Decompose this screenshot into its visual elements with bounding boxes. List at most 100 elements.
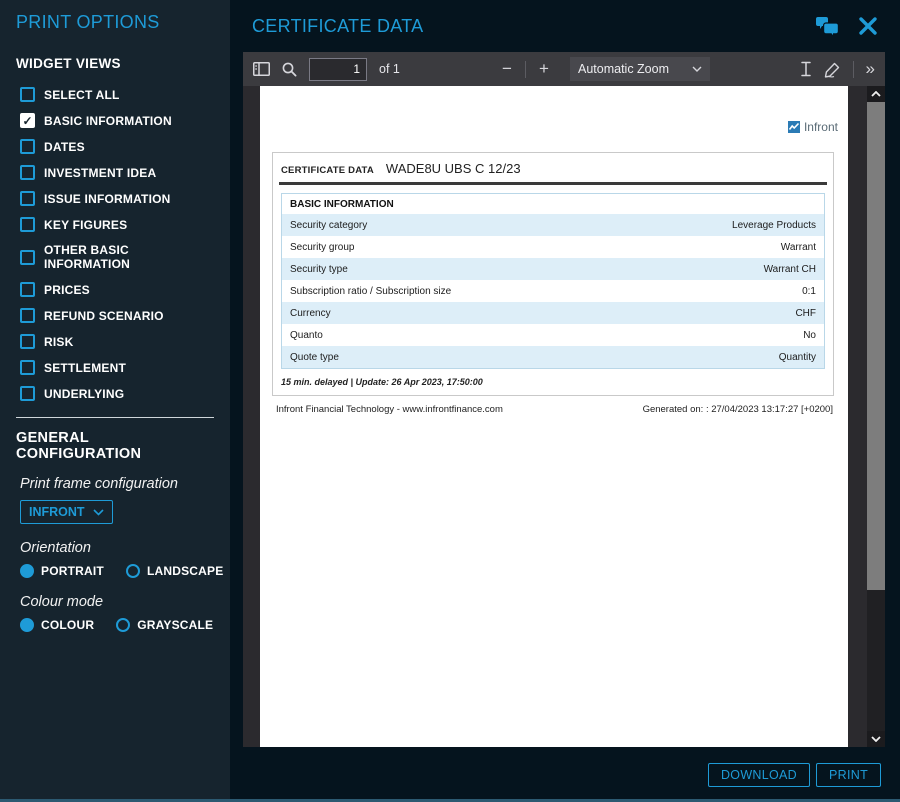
checkbox-item-issue-information[interactable]: ✓ ISSUE INFORMATION [20,191,214,206]
table-row: Currency CHF [282,302,824,324]
zoom-in-button[interactable]: + [536,59,552,79]
chevron-up-icon [871,91,881,97]
checkbox-item-risk[interactable]: ✓ RISK [20,334,214,349]
radio-icon [20,564,34,578]
table-row: Quote type Quantity [282,346,824,368]
checkbox[interactable]: ✓ [20,191,35,206]
table-row: Security type Warrant CH [282,258,824,280]
zoom-out-button[interactable]: − [499,59,515,79]
sidebar-toggle-icon[interactable] [253,62,270,76]
row-value: Leverage Products [732,219,816,231]
print-frame-dropdown-value: INFRONT [29,505,85,519]
footer-generated-on: Generated on: : 27/04/2023 13:17:27 [+02… [642,404,833,415]
row-value: Warrant [780,241,816,253]
doc-title-label: CERTIFICATE DATA [281,165,374,176]
checkbox-item-investment-idea[interactable]: ✓ INVESTMENT IDEA [20,165,214,180]
pdf-toolbar: of 1 − + Automatic Zoom [243,52,885,86]
panel-title: CERTIFICATE DATA [252,15,424,36]
checkbox-item-basic-information[interactable]: ✓ BASIC INFORMATION [20,113,214,128]
widget-views-heading: WIDGET VIEWS [16,56,121,71]
radio-portrait[interactable]: PORTRAIT [20,564,104,578]
checkbox-item-other-basic-information[interactable]: ✓ OTHER BASIC INFORMATION [20,243,214,271]
radio-label: PORTRAIT [41,564,104,578]
radio-landscape[interactable]: LANDSCAPE [125,564,224,578]
panel-header: CERTIFICATE DATA [230,0,900,52]
checkbox-label: KEY FIGURES [44,217,128,232]
pdf-page: Infront CERTIFICATE DATA WADE8U UBS C 12… [260,86,848,747]
sidebar-divider [16,417,214,418]
table-row: Quanto No [282,324,824,346]
checkbox-item-select-all[interactable]: ✓ SELECT ALL [20,87,214,102]
annotate-pencil-icon[interactable] [824,61,841,78]
doc-title-value: WADE8U UBS C 12/23 [385,161,521,176]
toolbar-separator [852,60,854,78]
zoom-level-select[interactable]: Automatic Zoom [570,57,710,81]
brand-name: Infront [803,120,838,134]
radio-label: LANDSCAPE [146,564,224,578]
print-dialog-window: PRINT OPTIONS WIDGET VIEWS ✓ SELECT ALL … [0,0,900,802]
checkbox[interactable]: ✓ [20,87,35,102]
scroll-up-button[interactable] [867,86,885,102]
row-value: Quantity [778,351,816,363]
certificate-data-panel: CERTIFICATE DATA 1 of 1 − + Automatic Zo… [230,0,900,799]
checkbox-label: UNDERLYING [44,386,125,401]
row-value: 0:1 [802,285,816,297]
more-tools-icon[interactable]: » [866,59,875,79]
radio-colour[interactable]: COLOUR [20,618,94,632]
checkbox[interactable]: ✓ [20,249,35,265]
checkbox[interactable]: ✓ [20,334,35,349]
colour-mode-label: Colour mode [20,594,104,610]
feedback-thumbs-icon[interactable] [816,15,840,37]
checkbox[interactable]: ✓ [20,308,35,323]
checkbox[interactable]: ✓ [20,113,35,128]
orientation-options: PORTRAIT LANDSCAPE [20,564,223,578]
checkbox[interactable]: ✓ [20,139,35,154]
general-configuration-heading: GENERAL CONFIGURATION [16,430,142,462]
page-count-label: of 1 [379,62,400,76]
checkbox-label: RISK [44,334,74,349]
infront-logo-icon [787,121,800,133]
table-row: Security category Leverage Products [282,214,824,236]
download-button[interactable]: DOWNLOAD [707,763,810,787]
delayed-update-note: 15 min. delayed | Update: 26 Apr 2023, 1… [281,377,483,387]
scrollbar-thumb[interactable] [867,102,885,590]
radio-grayscale[interactable]: GRAYSCALE [116,618,213,632]
radio-icon [116,618,131,632]
chevron-down-icon [692,66,702,72]
colour-mode-options: COLOUR GRAYSCALE [20,618,214,632]
row-label: Security group [290,241,355,253]
checkbox[interactable]: ✓ [20,217,35,232]
chevron-down-icon [871,736,881,742]
checkbox-item-refund-scenario[interactable]: ✓ REFUND SCENARIO [20,308,214,323]
checkbox-item-underlying[interactable]: ✓ UNDERLYING [20,386,214,401]
print-button[interactable]: PRINT [816,763,881,787]
checkbox[interactable]: ✓ [20,282,35,297]
search-icon[interactable] [282,62,297,77]
checkbox-item-settlement[interactable]: ✓ SETTLEMENT [20,360,214,375]
scroll-down-button[interactable] [867,731,885,747]
checkbox[interactable]: ✓ [20,360,35,375]
print-frame-dropdown[interactable]: INFRONT [20,500,113,524]
row-label: Quote type [290,351,339,363]
page-number-input[interactable] [309,57,367,81]
radio-label: GRAYSCALE [137,618,214,632]
text-select-icon[interactable] [800,61,812,77]
toolbar-separator [525,60,526,78]
checkbox-item-dates[interactable]: ✓ DATES [20,139,214,154]
vertical-scrollbar[interactable] [867,86,885,747]
footer-company-url: Infront Financial Technology - www.infro… [276,404,503,415]
checkbox[interactable]: ✓ [20,386,35,401]
checkbox-item-prices[interactable]: ✓ PRICES [20,282,214,297]
section-heading: BASIC INFORMATION [282,194,824,214]
pdf-viewer: of 1 − + Automatic Zoom [243,52,885,747]
pdf-viewport: Infront CERTIFICATE DATA WADE8U UBS C 12… [243,86,885,747]
checkbox-label: INVESTMENT IDEA [44,165,157,180]
sidebar-title: PRINT OPTIONS [16,12,160,32]
checkbox[interactable]: ✓ [20,165,35,180]
row-label: Currency [290,307,331,319]
checkbox-item-key-figures[interactable]: ✓ KEY FIGURES [20,217,214,232]
certificate-box: CERTIFICATE DATA WADE8U UBS C 12/23 BASI… [272,152,834,396]
brand-row: Infront [260,120,838,134]
close-icon[interactable] [858,16,878,36]
basic-information-section: BASIC INFORMATION Security category Leve… [281,193,825,369]
